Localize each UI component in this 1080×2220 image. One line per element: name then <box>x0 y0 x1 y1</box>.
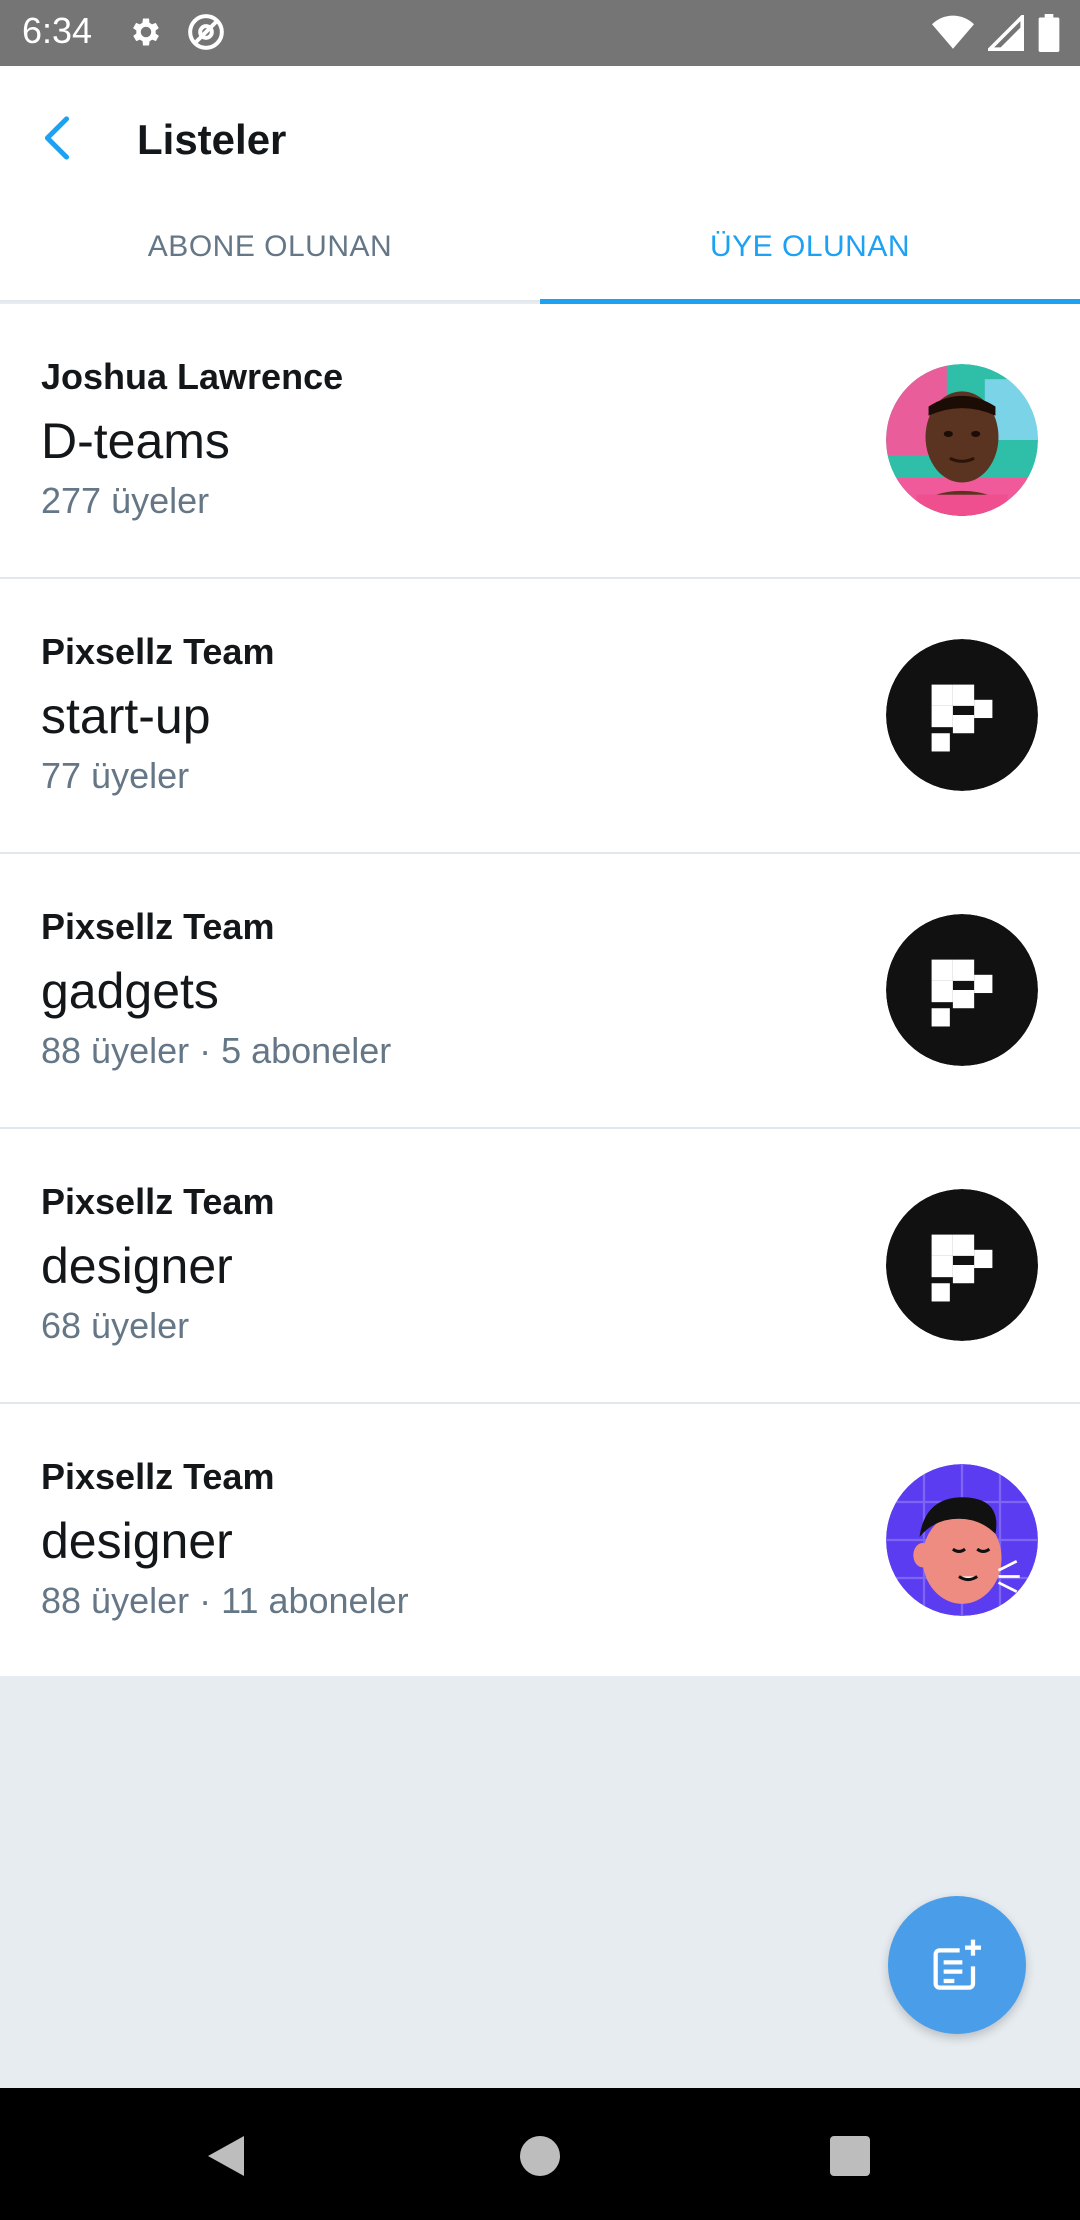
tab-bar: ABONE OLUNAN ÜYE OLUNAN <box>0 206 1080 304</box>
pixsellz-logo-avatar <box>886 1189 1038 1341</box>
tab-abone-olunan[interactable]: ABONE OLUNAN <box>0 206 540 302</box>
new-list-icon <box>933 1939 981 1990</box>
nav-home-icon[interactable] <box>520 2136 560 2176</box>
at-icon <box>188 14 224 50</box>
list-owner: Pixsellz Team <box>41 1456 275 1497</box>
list-item[interactable]: Joshua Lawrence D-teams 277 üyeler <box>0 304 1080 579</box>
list-owner: Joshua Lawrence <box>41 356 344 397</box>
illustrated-face-avatar <box>886 1464 1038 1616</box>
list-meta: 277 üyeler <box>41 480 210 521</box>
pixsellz-logo-avatar <box>886 639 1038 791</box>
tab-uye-olunan[interactable]: ÜYE OLUNAN <box>540 206 1080 304</box>
lists-container: Joshua Lawrence D-teams 277 üyeler Pixse… <box>0 304 1080 1676</box>
list-name: start-up <box>41 688 211 744</box>
system-nav-bar <box>0 2088 1080 2220</box>
app-bar: Listeler ABONE OLUNAN ÜYE OLUNAN <box>0 66 1080 304</box>
signal-icon <box>988 15 1024 51</box>
status-icons <box>932 14 1060 52</box>
list-name: designer <box>41 1513 233 1569</box>
list-owner: Pixsellz Team <box>41 631 275 672</box>
chevron-left-icon <box>44 116 70 160</box>
status-time: 6:34 <box>22 10 93 51</box>
pixsellz-logo-avatar <box>886 914 1038 1066</box>
battery-icon <box>1038 14 1060 52</box>
back-button[interactable] <box>30 112 82 164</box>
list-name: designer <box>41 1238 233 1294</box>
gear-icon <box>133 18 159 46</box>
wifi-icon <box>932 15 974 49</box>
list-item[interactable]: Pixsellz Team designer 88 üyeler · 11 ab… <box>0 1404 1080 1676</box>
list-item[interactable]: Pixsellz Team start-up 77 üyeler <box>0 579 1080 854</box>
list-meta: 88 üyeler · 11 aboneler <box>41 1580 409 1621</box>
list-owner: Pixsellz Team <box>41 1181 275 1222</box>
new-list-button[interactable] <box>888 1896 1026 2034</box>
status-bar: 6:34 <box>0 0 1080 66</box>
nav-recents-icon[interactable] <box>830 2136 870 2176</box>
list-item[interactable]: Pixsellz Team gadgets 88 üyeler · 5 abon… <box>0 854 1080 1129</box>
list-name: D-teams <box>41 413 230 469</box>
list-meta: 68 üyeler <box>41 1305 190 1346</box>
page-title: Listeler <box>137 116 287 163</box>
list-item[interactable]: Pixsellz Team designer 68 üyeler <box>0 1129 1080 1404</box>
nav-back-icon[interactable] <box>204 2132 248 2180</box>
list-meta: 77 üyeler <box>41 755 190 796</box>
list-meta: 88 üyeler · 5 aboneler <box>41 1030 392 1071</box>
list-owner: Pixsellz Team <box>41 906 275 947</box>
avatar <box>886 364 1038 516</box>
list-name: gadgets <box>41 963 219 1019</box>
